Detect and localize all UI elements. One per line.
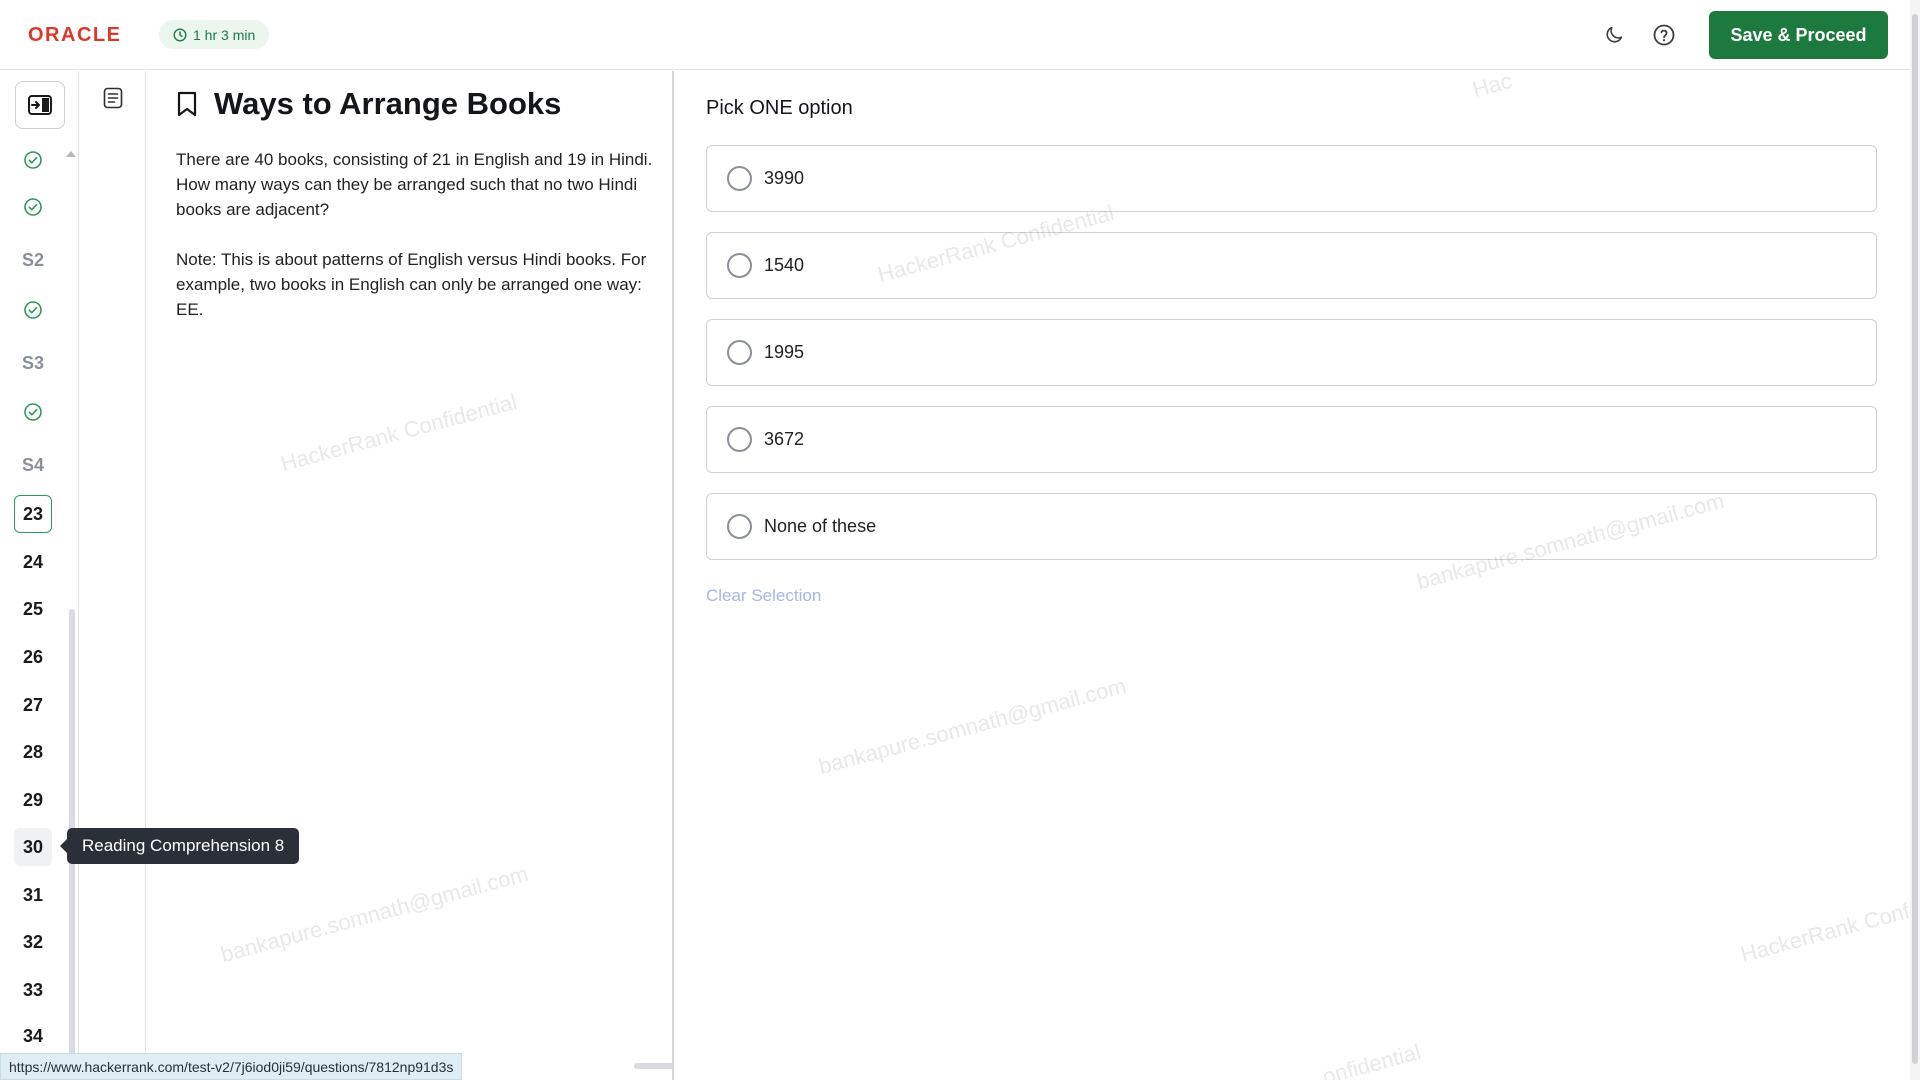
option-label: 1540 [764, 255, 805, 275]
help-icon [1653, 24, 1675, 46]
check-circle-icon [24, 301, 42, 319]
question-body: There are 40 books, consisting of 21 in … [176, 147, 656, 347]
radio-button[interactable] [727, 166, 752, 191]
scroll-up-arrow[interactable] [66, 151, 76, 157]
option-label: 1995 [764, 342, 805, 362]
secondary-rail [80, 71, 146, 1080]
rail-question-33[interactable]: 33 [14, 971, 52, 1009]
status-bar-url: https://www.hackerrank.com/test-v2/7j6io… [0, 1053, 463, 1080]
radio-button[interactable] [727, 253, 752, 278]
rail-item-completed[interactable] [14, 393, 52, 431]
rail-question-28[interactable]: 28 [14, 733, 52, 771]
question-nav-rail: S2 S3 S4 23 24 25 26 27 28 29 30 31 32 3… [0, 71, 79, 1080]
option-label: 3990 [764, 168, 805, 188]
question-title: Ways to Arrange Books [214, 86, 562, 121]
check-circle-icon [24, 198, 42, 216]
rail-item-completed[interactable] [14, 291, 52, 329]
option-1[interactable]: 3990 [706, 145, 1877, 212]
top-header: ORACLE 1 hr 3 min Save & Proceed [0, 0, 1910, 70]
radio-button[interactable] [727, 514, 752, 539]
sidebar-toggle-icon [28, 95, 52, 115]
rail-question-34[interactable]: 34 [14, 1017, 52, 1055]
rail-question-24[interactable]: 24 [14, 543, 52, 581]
notes-button[interactable] [101, 85, 125, 111]
rail-item-completed[interactable] [14, 141, 52, 179]
rail-question-32[interactable]: 32 [14, 923, 52, 961]
scrollbar-thumb[interactable] [1912, 14, 1918, 1064]
question-tooltip: Reading Comprehension 8 [59, 828, 300, 864]
rail-question-25[interactable]: 25 [14, 590, 52, 628]
save-proceed-button[interactable]: Save & Proceed [1709, 11, 1888, 59]
moon-icon [1606, 26, 1623, 43]
check-circle-icon [24, 403, 42, 421]
option-5[interactable]: None of these [706, 493, 1877, 560]
horizontal-scrollbar[interactable] [634, 1063, 672, 1069]
collapse-sidebar-button[interactable] [15, 81, 65, 129]
option-3[interactable]: 1995 [706, 319, 1877, 386]
page-scrollbar[interactable] [1910, 0, 1920, 1080]
radio-button[interactable] [727, 427, 752, 452]
check-circle-icon [24, 151, 42, 169]
option-label: 3672 [764, 429, 805, 449]
question-header: Ways to Arrange Books [176, 86, 561, 122]
rail-section-s2[interactable]: S2 [14, 241, 52, 279]
rail-question-27[interactable]: 27 [14, 686, 52, 724]
rail-question-26[interactable]: 26 [14, 638, 52, 676]
option-label: None of these [764, 516, 877, 536]
rail-section-s4[interactable]: S4 [14, 446, 52, 484]
answer-prompt: Pick ONE option [706, 97, 853, 119]
question-paragraph: There are 40 books, consisting of 21 in … [176, 150, 653, 219]
rail-section-s3[interactable]: S3 [14, 344, 52, 382]
help-button[interactable] [1651, 22, 1677, 48]
dark-mode-toggle[interactable] [1601, 22, 1627, 48]
timer-badge: 1 hr 3 min [159, 20, 270, 49]
option-2[interactable]: 1540 [706, 232, 1877, 299]
timer-text: 1 hr 3 min [193, 26, 256, 43]
rail-item-completed[interactable] [14, 188, 52, 226]
clock-icon [173, 27, 187, 42]
document-icon [103, 87, 123, 109]
rail-question-30[interactable]: 30 [14, 828, 52, 866]
bookmark-icon[interactable] [176, 91, 198, 117]
question-panel: Ways to Arrange Books There are 40 books… [147, 71, 674, 1080]
question-note: Note: This is about patterns of English … [176, 250, 647, 319]
radio-button[interactable] [727, 340, 752, 365]
option-4[interactable]: 3672 [706, 406, 1877, 473]
rail-question-29[interactable]: 29 [14, 781, 52, 819]
clear-selection-link[interactable]: Clear Selection [706, 586, 821, 606]
rail-question-31[interactable]: 31 [14, 876, 52, 914]
oracle-logo: ORACLE [28, 24, 122, 46]
answer-panel: Pick ONE option 3990 1540 1995 3672 None… [676, 71, 1910, 1080]
rail-question-23[interactable]: 23 [14, 495, 52, 533]
